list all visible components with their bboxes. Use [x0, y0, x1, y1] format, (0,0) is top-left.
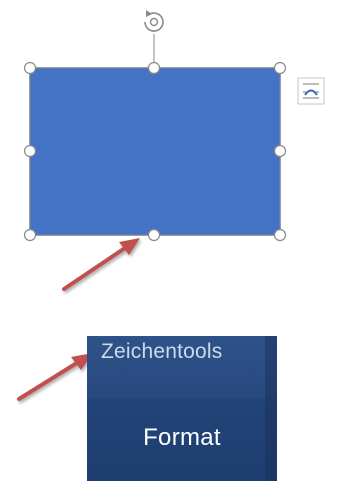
selected-rectangle-shape[interactable]: [29, 67, 281, 236]
resize-handle-top-left[interactable]: [23, 61, 37, 75]
resize-handle-top-right[interactable]: [273, 61, 287, 75]
resize-handle-bottom-left[interactable]: [23, 228, 37, 242]
resize-handle-middle-left[interactable]: [23, 144, 37, 158]
resize-handle-bottom-middle[interactable]: [147, 228, 161, 242]
tab-format[interactable]: Format: [87, 424, 277, 452]
red-pointer-arrow: [62, 238, 140, 291]
resize-handle-middle-right[interactable]: [273, 144, 287, 158]
resize-handle-top-middle[interactable]: [147, 61, 161, 75]
resize-handle-bottom-right[interactable]: [273, 228, 287, 242]
rotate-handle-icon[interactable]: [143, 10, 165, 33]
layout-options-icon[interactable]: [297, 77, 325, 105]
ribbon-group-label-drawing-tools: Zeichentools: [101, 340, 223, 363]
ribbon-drawing-tools-panel: Zeichentools Format: [87, 336, 277, 481]
red-pointer-arrow-ribbon: [17, 353, 93, 401]
